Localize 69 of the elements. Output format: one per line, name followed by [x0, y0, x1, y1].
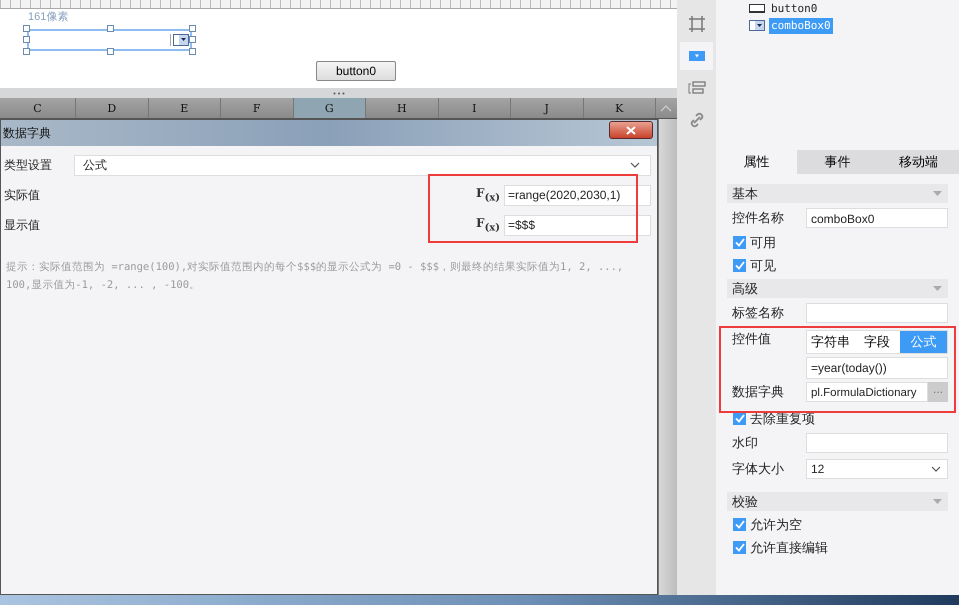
field-label: 标签名称 [731, 304, 785, 322]
formula-field[interactable]: =range(2020,2030,1) [504, 184, 651, 206]
grip-icon [332, 92, 344, 94]
watermark-field[interactable] [806, 433, 948, 453]
field-label: 控件名称 [731, 209, 785, 227]
dropdown-icon [688, 51, 704, 61]
resize-handle[interactable] [107, 25, 114, 32]
caret-icon [933, 499, 942, 504]
checkbox[interactable] [733, 412, 746, 425]
field-label: 类型设置 [4, 156, 53, 174]
column-header[interactable]: K [584, 98, 656, 118]
panel-tab[interactable]: 移动端 [878, 150, 959, 174]
checkbox[interactable] [733, 541, 746, 554]
dropdown-icon [170, 34, 189, 46]
dropdown-icon [749, 20, 765, 31]
field-label: 显示值 [4, 216, 41, 234]
close-icon [626, 126, 636, 134]
formula-field[interactable]: =$$$ [504, 214, 651, 236]
field-label: 数据字典 [731, 383, 785, 401]
column-header[interactable]: H [366, 98, 438, 118]
formula-label: F$_{(x)}$ [476, 216, 500, 234]
checkbox-label: 允许为空 [750, 516, 802, 534]
toolbar-button[interactable] [680, 42, 713, 70]
column-header[interactable]: C [0, 98, 76, 118]
formula-field[interactable]: =year(today()) [806, 357, 948, 379]
button-icon [749, 4, 765, 13]
checkbox[interactable] [733, 518, 746, 531]
checkbox-label: 可见 [750, 256, 776, 274]
checkbox-label: 可用 [750, 234, 776, 252]
panel-tab[interactable]: 事件 [797, 150, 878, 174]
combobox-widget[interactable] [27, 29, 192, 51]
chevron-icon [630, 162, 640, 168]
section-header[interactable]: 校验 [727, 492, 948, 511]
caret-icon [933, 191, 942, 196]
field-label: 实际值 [4, 186, 41, 204]
caret-icon [933, 286, 942, 291]
formula-label: F$_{(x)}$ [476, 186, 500, 204]
field-label: 字体大小 [731, 460, 785, 478]
font-size-select[interactable]: 12 [806, 459, 948, 479]
dialog-title: 数据字典 [3, 124, 51, 142]
checkbox[interactable] [733, 259, 746, 272]
column-header[interactable]: J [511, 98, 584, 118]
name-field[interactable]: comboBox0 [806, 208, 948, 228]
frame-icon [688, 15, 706, 33]
hint-text: 提示：实际值范围为 =range(100),对实际值范围内的每个$$$的显示公式为 =0 - $$$，则最终的结果实际值为1, 2, ..., 100,显示值为-1, -2, ... , -100。 [6, 260, 624, 293]
close-button[interactable] [609, 121, 653, 139]
scroll-up-icon[interactable] [660, 104, 672, 112]
field-label: 控件值 [731, 330, 772, 348]
section-header[interactable]: 高级 [727, 279, 948, 298]
column-header[interactable]: D [76, 98, 148, 118]
tag-field[interactable] [806, 303, 948, 323]
chevron-icon [931, 466, 941, 472]
link-icon [688, 112, 704, 128]
scrollbar[interactable] [658, 119, 677, 595]
column-header[interactable]: E [148, 98, 221, 118]
resize-handle[interactable] [107, 48, 114, 55]
tree-item[interactable]: button0 [769, 0, 820, 16]
size-label: 161像素 [28, 10, 70, 24]
list-icon [688, 81, 706, 95]
type-select[interactable]: 公式 [74, 154, 651, 176]
field-label: 水印 [731, 434, 759, 452]
more-button[interactable]: ··· [928, 382, 948, 402]
canvas-button[interactable]: button0 [316, 61, 396, 81]
column-header[interactable]: G [294, 98, 366, 118]
section-header[interactable]: 基本 [727, 184, 948, 203]
column-header[interactable]: I [438, 98, 511, 118]
checkbox[interactable] [733, 236, 746, 249]
checkbox-label: 允许直接编辑 [750, 538, 828, 556]
dictionary-field[interactable]: pl.FormulaDictionary [806, 382, 928, 402]
